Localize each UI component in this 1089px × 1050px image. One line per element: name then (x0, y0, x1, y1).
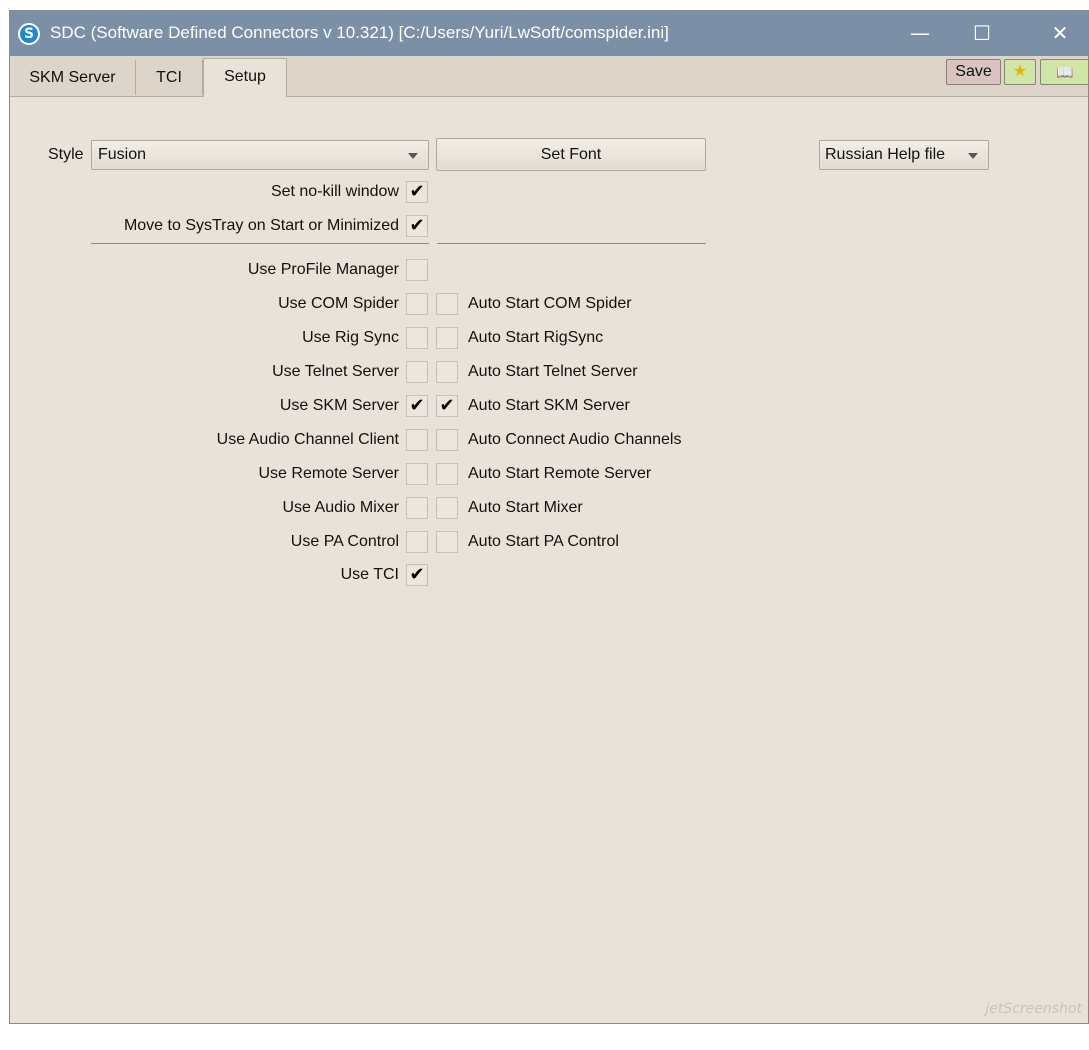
auto-start-checkbox[interactable] (436, 429, 458, 451)
auto-start-label: Auto Start COM Spider (468, 295, 632, 312)
auto-start-label: Auto Start SKM Server (468, 397, 630, 414)
minimize-button[interactable]: — (890, 11, 950, 56)
chevron-down-icon (408, 153, 418, 159)
help-book-icon[interactable]: 📖 (1040, 59, 1088, 85)
window-title: SDC (Software Defined Connectors v 10.32… (50, 23, 669, 42)
tab-bar: SKM Server TCI Setup (10, 56, 1088, 97)
use-module-checkbox[interactable] (406, 463, 428, 485)
app-window: S SDC (Software Defined Connectors v 10.… (9, 10, 1089, 1024)
use-module-checkbox[interactable]: ✔ (406, 395, 428, 417)
use-module-label: Use Audio Mixer (282, 499, 400, 516)
style-dropdown-value: Fusion (98, 146, 147, 163)
title-bar[interactable]: S SDC (Software Defined Connectors v 10.… (10, 11, 1088, 56)
help-file-dropdown-value: Russian Help file (825, 146, 946, 163)
set-font-button[interactable]: Set Font (436, 138, 706, 171)
auto-start-checkbox[interactable] (436, 531, 458, 553)
tab-setup[interactable]: Setup (203, 58, 287, 97)
auto-start-checkbox[interactable] (436, 497, 458, 519)
use-module-checkbox[interactable] (406, 361, 428, 383)
use-module-checkbox[interactable] (406, 429, 428, 451)
auto-start-label: Auto Start Remote Server (468, 465, 652, 482)
tab-skm-server[interactable]: SKM Server (10, 60, 136, 95)
style-label: Style (48, 146, 84, 163)
use-module-label: Use PA Control (290, 533, 399, 550)
favorite-star-icon[interactable]: ★ (1004, 59, 1036, 85)
no-kill-label: Set no-kill window (270, 183, 399, 200)
use-module-label: Use SKM Server (279, 397, 399, 414)
tab-tci[interactable]: TCI (136, 60, 203, 95)
separator-right (437, 243, 706, 244)
auto-start-label: Auto Start Mixer (468, 499, 583, 516)
use-tci-label: Use TCI (340, 566, 399, 583)
app-logo-icon: S (18, 23, 40, 45)
separator-left (91, 243, 429, 244)
chevron-down-icon (968, 153, 978, 159)
use-module-label: Use COM Spider (278, 295, 399, 312)
use-module-checkbox[interactable] (406, 531, 428, 553)
use-module-checkbox[interactable] (406, 293, 428, 315)
auto-start-checkbox[interactable] (436, 327, 458, 349)
use-module-label: Use Telnet Server (272, 363, 399, 380)
profile-manager-label: Use ProFile Manager (247, 261, 399, 278)
auto-start-checkbox[interactable] (436, 463, 458, 485)
no-kill-checkbox[interactable]: ✔ (406, 181, 428, 203)
use-module-label: Use Rig Sync (302, 329, 399, 346)
auto-start-checkbox[interactable] (436, 361, 458, 383)
maximize-button[interactable]: ☐ (952, 11, 1012, 56)
use-module-checkbox[interactable] (406, 497, 428, 519)
use-module-label: Use Remote Server (258, 465, 400, 482)
auto-start-label: Auto Start RigSync (468, 329, 604, 346)
use-module-checkbox[interactable] (406, 327, 428, 349)
systray-label: Move to SysTray on Start or Minimized (123, 217, 399, 234)
auto-start-checkbox[interactable]: ✔ (436, 395, 458, 417)
systray-checkbox[interactable]: ✔ (406, 215, 428, 237)
auto-start-label: Auto Connect Audio Channels (468, 431, 682, 448)
auto-start-label: Auto Start Telnet Server (468, 363, 638, 380)
close-button[interactable]: ✕ (1030, 11, 1088, 56)
auto-start-checkbox[interactable] (436, 293, 458, 315)
style-dropdown[interactable]: Fusion (91, 140, 429, 170)
help-file-dropdown[interactable]: Russian Help file (819, 140, 989, 170)
use-tci-checkbox[interactable]: ✔ (406, 564, 428, 586)
profile-manager-checkbox[interactable] (406, 259, 428, 281)
watermark-logo: jetScreenshot (985, 1001, 1082, 1017)
use-module-label: Use Audio Channel Client (216, 431, 399, 448)
auto-start-label: Auto Start PA Control (468, 533, 619, 550)
save-button[interactable]: Save (946, 59, 1001, 85)
